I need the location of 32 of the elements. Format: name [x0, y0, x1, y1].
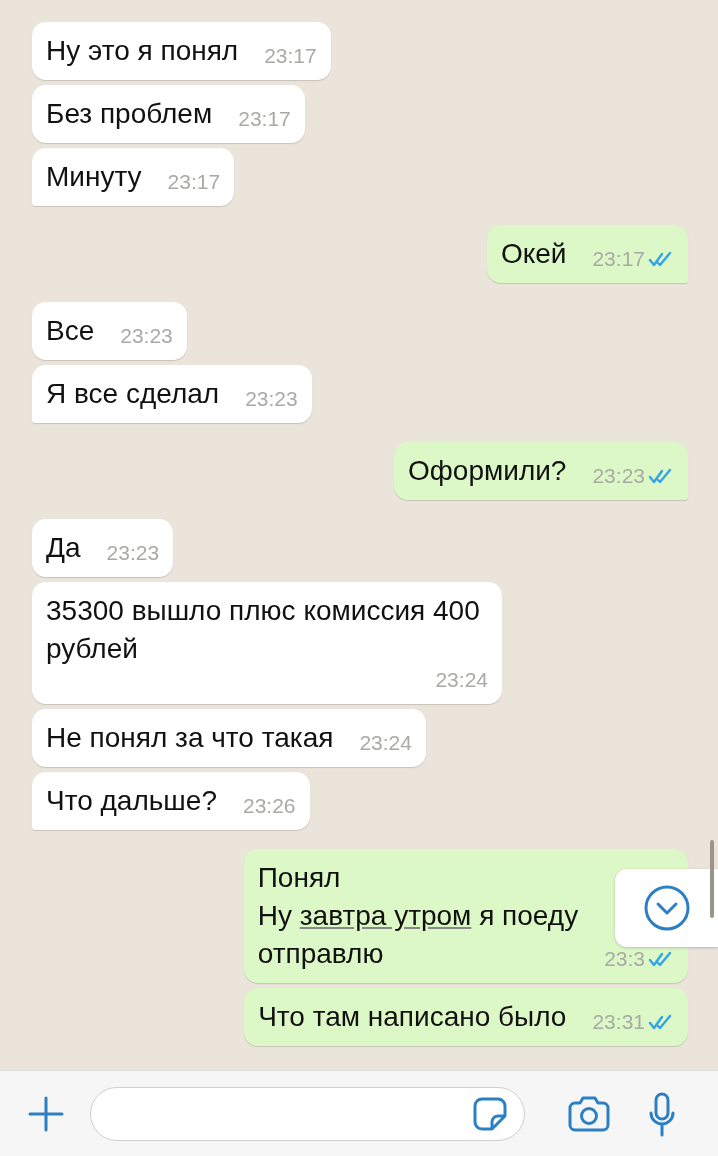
timestamp: 23:24 — [435, 668, 488, 692]
message-text: Минуту — [46, 160, 142, 194]
message-text: Понял Ну завтра утром я поеду отправлю — [257, 861, 579, 971]
link[interactable]: завтра утром — [299, 900, 472, 931]
timestamp: 23:17 — [264, 44, 317, 68]
scroll-down-button[interactable] — [615, 869, 718, 947]
message-text: Без проблем — [46, 97, 213, 131]
message-text: 35300 вышло плюс комиссия 400 рублей — [46, 594, 481, 666]
message-text: Не понял за что такая — [46, 721, 334, 755]
message-text: Ну это я понял — [46, 34, 239, 68]
timestamp: 23:3 — [604, 947, 645, 971]
timestamp: 23:24 — [359, 731, 412, 755]
message-text: Что дальше? — [46, 784, 217, 818]
timestamp: 23:23 — [592, 464, 645, 488]
sticker-icon[interactable] — [472, 1095, 508, 1132]
timestamp: 23:23 — [106, 541, 160, 565]
message-text: Оформили? — [408, 454, 567, 488]
timestamp: 23:31 — [592, 1010, 645, 1034]
chevron-down-icon — [642, 884, 691, 932]
message-input-field[interactable] — [90, 1086, 525, 1141]
message-text: Я все сделал — [46, 377, 220, 411]
timestamp: 23:17 — [167, 170, 221, 194]
message-text: Все — [46, 314, 95, 348]
microphone-icon[interactable] — [647, 1090, 677, 1137]
timestamp: 23:17 — [592, 247, 645, 271]
timestamp: 23:26 — [242, 794, 296, 818]
timestamp: 23:23 — [120, 324, 173, 348]
timestamp: 23:23 — [245, 387, 298, 411]
message-text: Что там написано было — [258, 1000, 567, 1034]
timestamp: 23:17 — [238, 107, 291, 131]
message-text: Окей — [500, 237, 567, 271]
message-text: Да — [46, 531, 81, 565]
